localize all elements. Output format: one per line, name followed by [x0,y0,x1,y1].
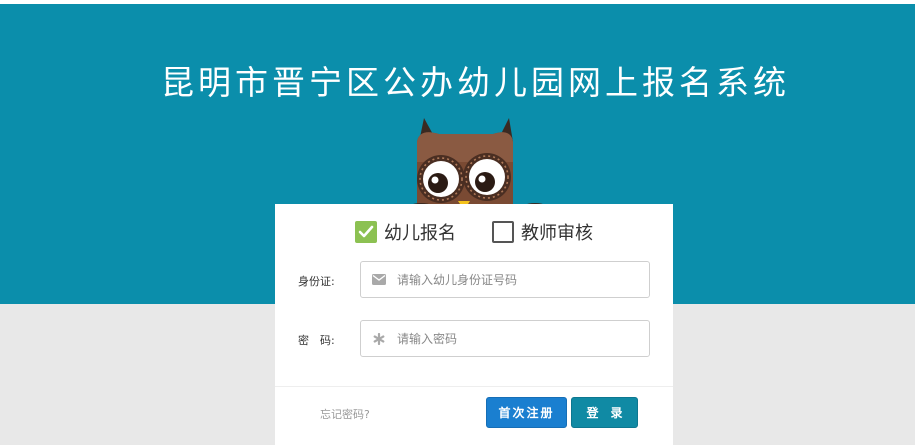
id-number-label: 身份证: [298,275,335,288]
password-input[interactable] [397,331,637,346]
password-field[interactable] [360,320,650,357]
role-option-child-registration[interactable]: 幼儿报名 [355,219,456,245]
role-label: 教师审核 [521,223,593,244]
id-number-field[interactable] [360,261,650,298]
role-option-teacher-review[interactable]: 教师审核 [492,219,593,245]
asterisk-icon [371,331,387,347]
envelope-icon [371,272,387,288]
forgot-password-link[interactable]: 忘记密码? [320,406,370,422]
site-title: 昆明市晋宁区公办幼儿园网上报名系统 [161,63,790,102]
first-time-register-button[interactable]: 首次注册 [486,397,567,428]
checkbox-checked-icon[interactable] [355,221,377,243]
divider [275,386,673,387]
login-button[interactable]: 登录 [571,397,638,428]
id-number-input[interactable] [397,272,637,287]
role-label: 幼儿报名 [384,223,456,244]
checkbox-unchecked-icon[interactable] [492,221,514,243]
password-label: 密 码: [298,334,335,347]
role-selector: 幼儿报名 教师审核 [355,220,593,244]
login-card: 幼儿报名 教师审核 身份证: 密 码: 忘记密码? 首次注册 登录 [275,204,673,445]
